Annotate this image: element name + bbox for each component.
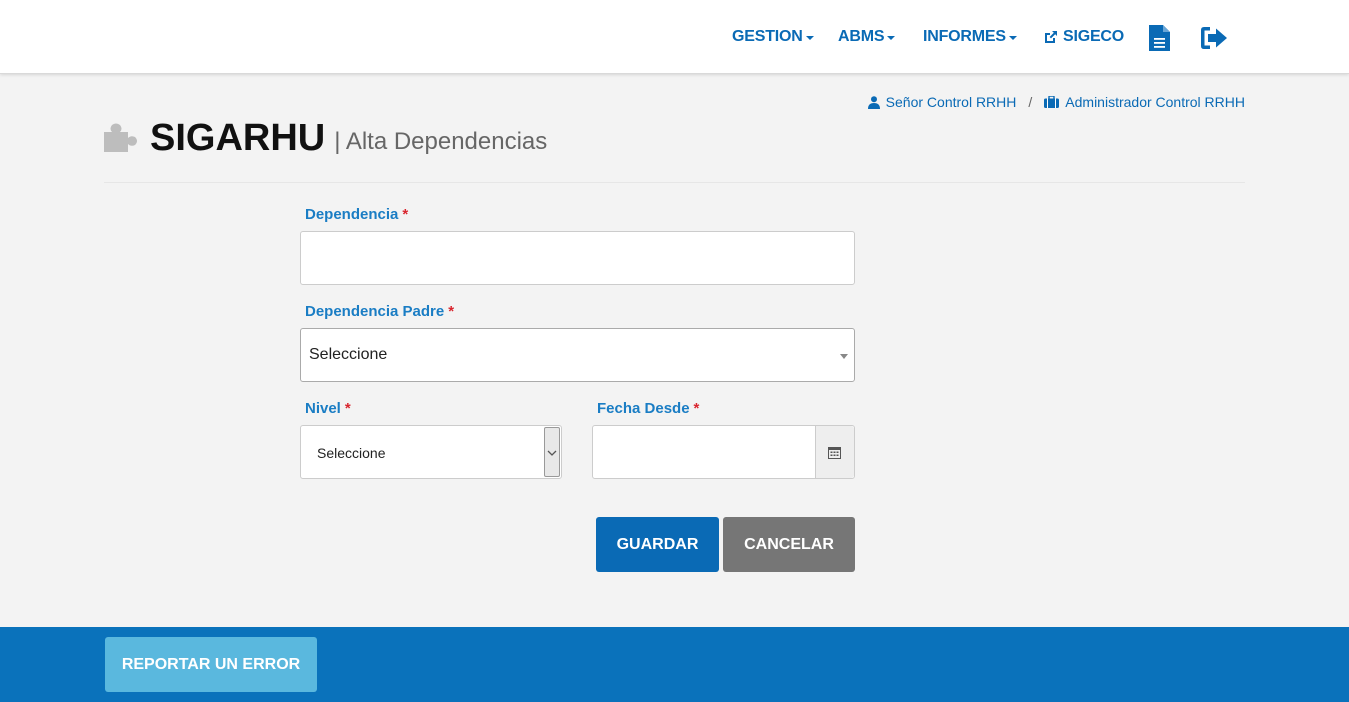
user-role-link[interactable]: Administrador Control RRHH [1065,94,1245,110]
nav-gestion-label: GESTION [732,28,803,45]
caret-down-icon [1008,36,1017,40]
calendar-icon [828,447,841,459]
nivel-select[interactable]: Seleccione [300,425,562,479]
required-marker: * [344,400,351,417]
required-marker: * [402,206,409,223]
dependencia-padre-value: Seleccione [309,346,388,363]
cancel-button[interactable]: CANCELAR [723,517,855,572]
footer: REPORTAR UN ERROR [0,627,1349,702]
dependencia-padre-label-text: Dependencia Padre [305,303,445,320]
nav-abms-label: ABMS [838,28,885,45]
nav-sigeco-label: SIGECO [1063,28,1125,45]
save-button[interactable]: GUARDAR [596,517,719,572]
dependencia-padre-select[interactable]: Seleccione [300,328,855,382]
dependencia-label: Dependencia * [305,206,408,223]
top-navbar: GESTION ABMS INFORMES SIGECO [0,0,1349,74]
fecha-desde-label-text: Fecha Desde [597,400,690,417]
user-icon [867,95,880,109]
page-title: SIGARHU [150,117,326,159]
nav-sigeco-link[interactable]: SIGECO [1043,27,1124,47]
external-link-icon [1045,31,1057,43]
calendar-button[interactable] [815,426,854,478]
nivel-value: Seleccione [317,445,386,461]
nav-informes-label: INFORMES [923,28,1006,45]
required-marker: * [693,400,700,417]
nav-abms[interactable]: ABMS [838,27,896,47]
user-name-link[interactable]: Señor Control RRHH [886,94,1017,110]
nivel-dropdown-button[interactable] [544,427,560,477]
chevron-down-icon [547,450,557,456]
page-subtitle: | Alta Dependencias [334,128,548,155]
briefcase-icon [1044,96,1060,108]
puzzle-icon [104,123,137,152]
header-divider [104,182,1245,183]
select-arrow-icon [840,354,848,359]
dependencia-padre-label: Dependencia Padre * [305,303,454,320]
document-icon[interactable] [1149,25,1170,51]
dependencia-label-text: Dependencia [305,206,399,223]
caret-down-icon [805,36,814,40]
page-header: SIGARHU | Alta Dependencias [104,114,547,158]
caret-down-icon [887,36,896,40]
nav-gestion[interactable]: GESTION [732,27,814,47]
nivel-label-text: Nivel [305,400,341,417]
fecha-desde-label: Fecha Desde * [597,400,699,417]
dependencia-input[interactable] [300,231,855,285]
nav-informes[interactable]: INFORMES [923,27,1017,47]
report-error-button[interactable]: REPORTAR UN ERROR [105,637,317,692]
required-marker: * [448,303,455,320]
sign-out-icon[interactable] [1199,25,1229,51]
nivel-label: Nivel * [305,400,351,417]
breadcrumb-separator: / [1028,94,1033,110]
user-breadcrumb: Señor Control RRHH / Administrador Contr… [867,94,1245,110]
fecha-desde-input[interactable] [592,425,855,479]
